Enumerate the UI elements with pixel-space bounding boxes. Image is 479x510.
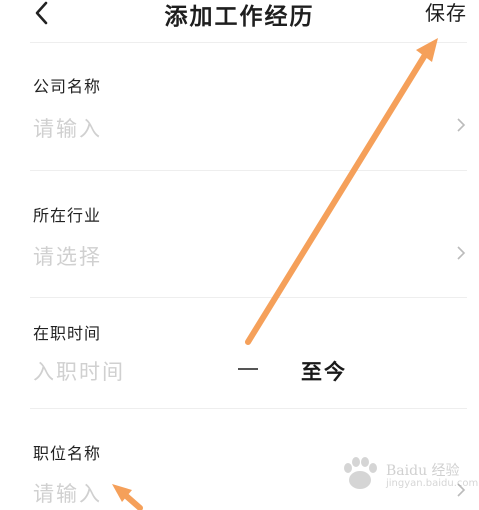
page-title: 添加工作经历 — [164, 3, 315, 30]
chevron-right-icon — [457, 118, 466, 132]
date-range-separator — [238, 368, 258, 370]
company-label: 公司名称 — [33, 77, 102, 96]
tenure-label: 在职时间 — [33, 324, 102, 343]
watermark-url: jingyan.baidu.com — [386, 478, 479, 489]
paw-icon — [344, 457, 377, 489]
watermark-brand: Baidu 经验 — [386, 463, 460, 479]
baidu-watermark: Baidu 经验 jingyan.baidu.com — [338, 456, 478, 496]
annotation-arrow-to-position — [112, 484, 143, 510]
start-date-field[interactable]: 入职时间 — [33, 356, 125, 386]
industry-label: 所在行业 — [33, 206, 102, 225]
divider — [30, 170, 467, 171]
save-button[interactable]: 保存 — [425, 0, 467, 26]
divider — [30, 408, 467, 409]
position-input[interactable]: 请输入 — [33, 478, 102, 508]
divider — [30, 297, 467, 298]
position-label: 职位名称 — [33, 444, 102, 463]
company-input[interactable]: 请输入 — [33, 113, 102, 143]
top-bar: 添加工作经历 保存 — [0, 0, 479, 42]
end-date-field[interactable]: 至今 — [301, 356, 347, 386]
divider — [30, 42, 467, 43]
industry-select[interactable]: 请选择 — [33, 241, 102, 271]
chevron-right-icon — [457, 246, 466, 260]
